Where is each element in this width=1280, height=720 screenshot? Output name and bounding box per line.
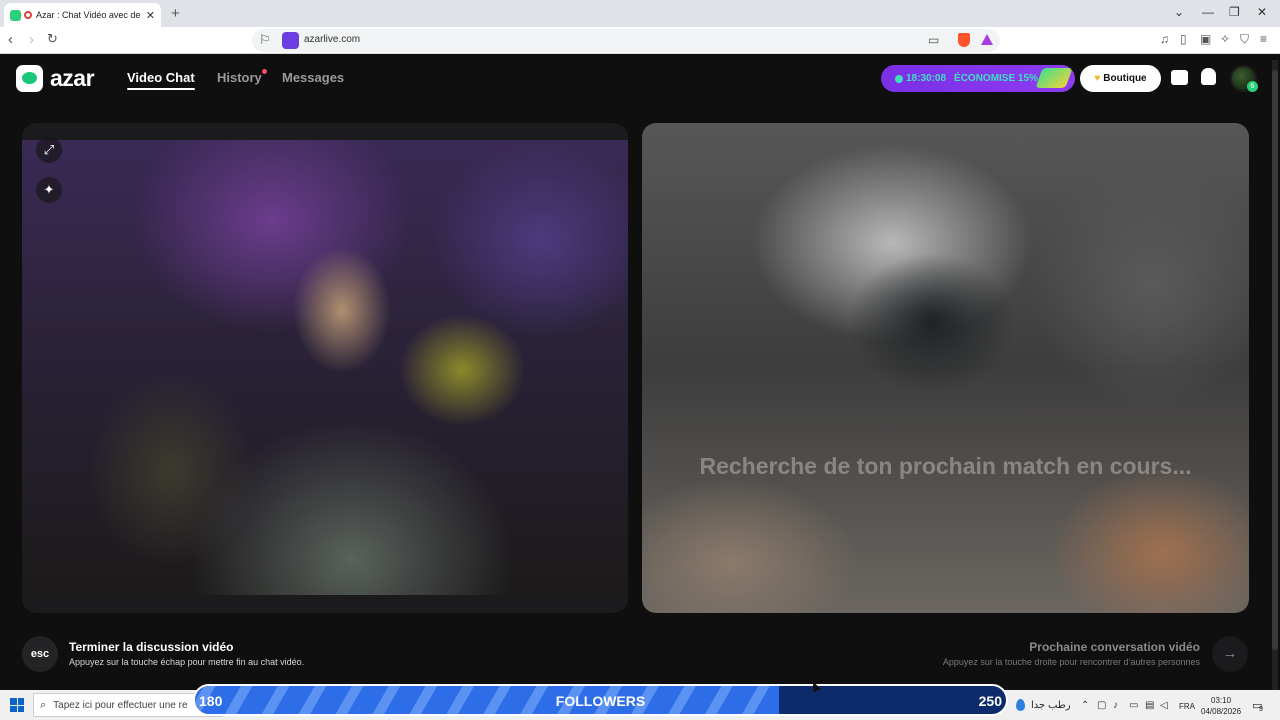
vpn-icon[interactable]: ⛉ bbox=[1240, 32, 1249, 47]
tab-list-icon[interactable]: ⌄ bbox=[1174, 5, 1184, 19]
site-info-icon[interactable] bbox=[282, 32, 299, 49]
inventory-icon[interactable] bbox=[1171, 70, 1188, 85]
leo-ai-icon[interactable]: ✧ bbox=[1220, 32, 1230, 46]
clock-icon bbox=[895, 74, 903, 83]
recording-icon bbox=[24, 11, 32, 19]
azar-page: azar Video Chat History Messages 18:30:0… bbox=[0, 54, 1280, 690]
next-chat-hint: Appuyez sur la touche droite pour rencon… bbox=[942, 657, 1200, 667]
minimize-icon[interactable]: — bbox=[1202, 5, 1214, 19]
sidebar-icon[interactable]: ▯ bbox=[1180, 32, 1187, 46]
avatar-badge: 6 bbox=[1247, 81, 1258, 92]
browser-toolbar: ‹ › ↻ ⚐ azarlive.com ▭ ♫ ▯ ▣ ✧ ⛉ ≡ bbox=[0, 27, 1280, 54]
avatar[interactable]: 6 bbox=[1230, 65, 1258, 92]
nav-video-chat[interactable]: Video Chat bbox=[127, 70, 195, 90]
expand-icon[interactable]: ⤢ bbox=[36, 137, 62, 163]
searching-status: Recherche de ton prochain match en cours… bbox=[699, 453, 1192, 479]
end-chat-hint: Appuyez sur la touche échap pour mettre … bbox=[69, 657, 305, 667]
esc-key-button[interactable]: esc bbox=[22, 636, 58, 672]
followers-goal: 250 bbox=[978, 693, 1002, 709]
cast-icon[interactable]: ▭ bbox=[928, 33, 939, 47]
azar-favicon-icon bbox=[10, 9, 21, 21]
address-bar[interactable]: ⚐ azarlive.com ▭ bbox=[252, 29, 1000, 52]
tab-close-icon[interactable]: ✕ bbox=[146, 9, 155, 22]
remote-video-panel: Recherche de ton prochain match en cours… bbox=[642, 123, 1249, 613]
magic-wand-icon[interactable]: ✦ bbox=[36, 177, 62, 203]
tray-overflow-icon[interactable]: ⌃ bbox=[1081, 700, 1089, 711]
window-close-icon[interactable]: ✕ bbox=[1257, 5, 1267, 19]
local-camera-feed bbox=[22, 140, 628, 595]
end-chat-title: Terminer la discussion vidéo bbox=[69, 640, 234, 654]
next-chat-title: Prochaine conversation vidéo bbox=[1029, 640, 1200, 654]
taskbar-search-placeholder: Tapez ici pour effectuer une re bbox=[53, 699, 188, 711]
browser-tab[interactable]: Azar : Chat Vidéo avec de no ✕ bbox=[4, 3, 161, 27]
language-indicator[interactable]: FRA bbox=[1179, 702, 1195, 711]
new-tab-icon[interactable]: + bbox=[171, 5, 180, 22]
promo-saving: ÉCONOMISE 15% bbox=[954, 73, 1038, 84]
history-notification-dot bbox=[262, 69, 267, 74]
gem-icon bbox=[1035, 68, 1073, 88]
reload-icon[interactable]: ↻ bbox=[47, 31, 58, 47]
notification-count: 9 bbox=[1259, 706, 1263, 713]
nav-messages[interactable]: Messages bbox=[282, 70, 344, 85]
followers-goal-bar: 180 FOLLOWERS 250 bbox=[193, 684, 1008, 716]
forward-icon[interactable]: › bbox=[29, 31, 34, 48]
tray-app-icon[interactable]: ▢ bbox=[1097, 700, 1106, 711]
taskbar-time[interactable]: 03:10 bbox=[1211, 696, 1231, 705]
promo-timer: 18:30:08 bbox=[906, 73, 947, 84]
azar-logo[interactable]: azar bbox=[16, 65, 95, 92]
boutique-label: Boutique bbox=[1103, 73, 1147, 84]
browser-tabbar: Azar : Chat Vidéo avec de no ✕ + ⌄ — ❐ ✕ bbox=[0, 0, 1280, 27]
heart-icon: ♥ bbox=[1094, 73, 1101, 84]
azar-logo-icon bbox=[16, 65, 43, 92]
url-text[interactable]: azarlive.com bbox=[304, 34, 360, 45]
media-icon[interactable]: ♫ bbox=[1160, 32, 1169, 46]
boutique-button[interactable]: ♥ Boutique bbox=[1080, 65, 1161, 92]
windows-start-icon[interactable] bbox=[10, 698, 24, 712]
bookmark-icon[interactable]: ⚐ bbox=[259, 32, 271, 48]
tab-title: Azar : Chat Vidéo avec de no bbox=[36, 10, 142, 20]
next-arrow-icon[interactable]: → bbox=[1212, 636, 1248, 672]
taskbar-date[interactable]: 04/08/2026 bbox=[1201, 707, 1241, 716]
menu-icon[interactable]: ≡ bbox=[1260, 32, 1267, 46]
promo-banner[interactable]: 18:30:08 ÉCONOMISE 15% bbox=[881, 65, 1075, 92]
local-video-panel: ⤢ ✦ bbox=[22, 123, 628, 613]
microphone-icon[interactable]: ♪ bbox=[1113, 700, 1118, 711]
weather-text[interactable]: رطب جدا bbox=[1031, 700, 1071, 711]
wallet-icon[interactable]: ▣ bbox=[1200, 32, 1211, 46]
volume-icon[interactable]: ◁ bbox=[1160, 700, 1168, 711]
display-icon[interactable]: ▭ bbox=[1129, 700, 1138, 711]
restore-icon[interactable]: ❐ bbox=[1229, 5, 1240, 19]
brave-shield-icon[interactable] bbox=[958, 33, 970, 47]
followers-label: FOLLOWERS bbox=[555, 693, 646, 709]
weather-icon[interactable] bbox=[1016, 699, 1025, 711]
brave-rewards-icon[interactable] bbox=[981, 34, 993, 45]
scrollbar-thumb[interactable] bbox=[1272, 70, 1278, 650]
search-icon: ⌕ bbox=[40, 698, 47, 711]
network-icon[interactable]: ▤ bbox=[1145, 700, 1154, 711]
back-icon[interactable]: ‹ bbox=[8, 31, 13, 48]
logo-text: azar bbox=[50, 65, 95, 91]
page-scrollbar[interactable] bbox=[1272, 60, 1278, 690]
notification-bell-icon[interactable] bbox=[1201, 68, 1216, 85]
nav-history[interactable]: History bbox=[217, 70, 262, 85]
